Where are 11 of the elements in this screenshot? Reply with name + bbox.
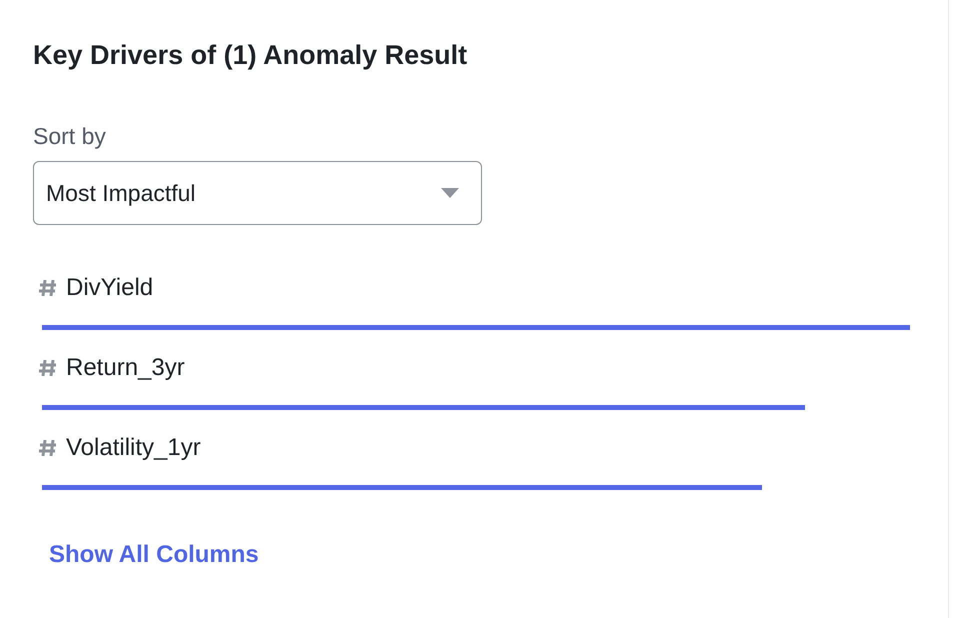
sort-dropdown[interactable]: Most Impactful <box>33 161 482 225</box>
show-all-columns-link[interactable]: Show All Columns <box>49 537 259 573</box>
hash-icon <box>38 358 58 378</box>
hash-icon <box>38 278 58 298</box>
caret-icon <box>441 188 459 198</box>
hash-icon <box>38 438 58 458</box>
column-name: DivYield <box>66 273 154 303</box>
panel-title: Key Drivers of (1) Anomaly Result <box>33 39 468 72</box>
column-name: Volatility_1yr <box>66 433 201 463</box>
sort-label: Sort by <box>33 122 106 151</box>
column-name: Return_3yr <box>66 353 185 383</box>
